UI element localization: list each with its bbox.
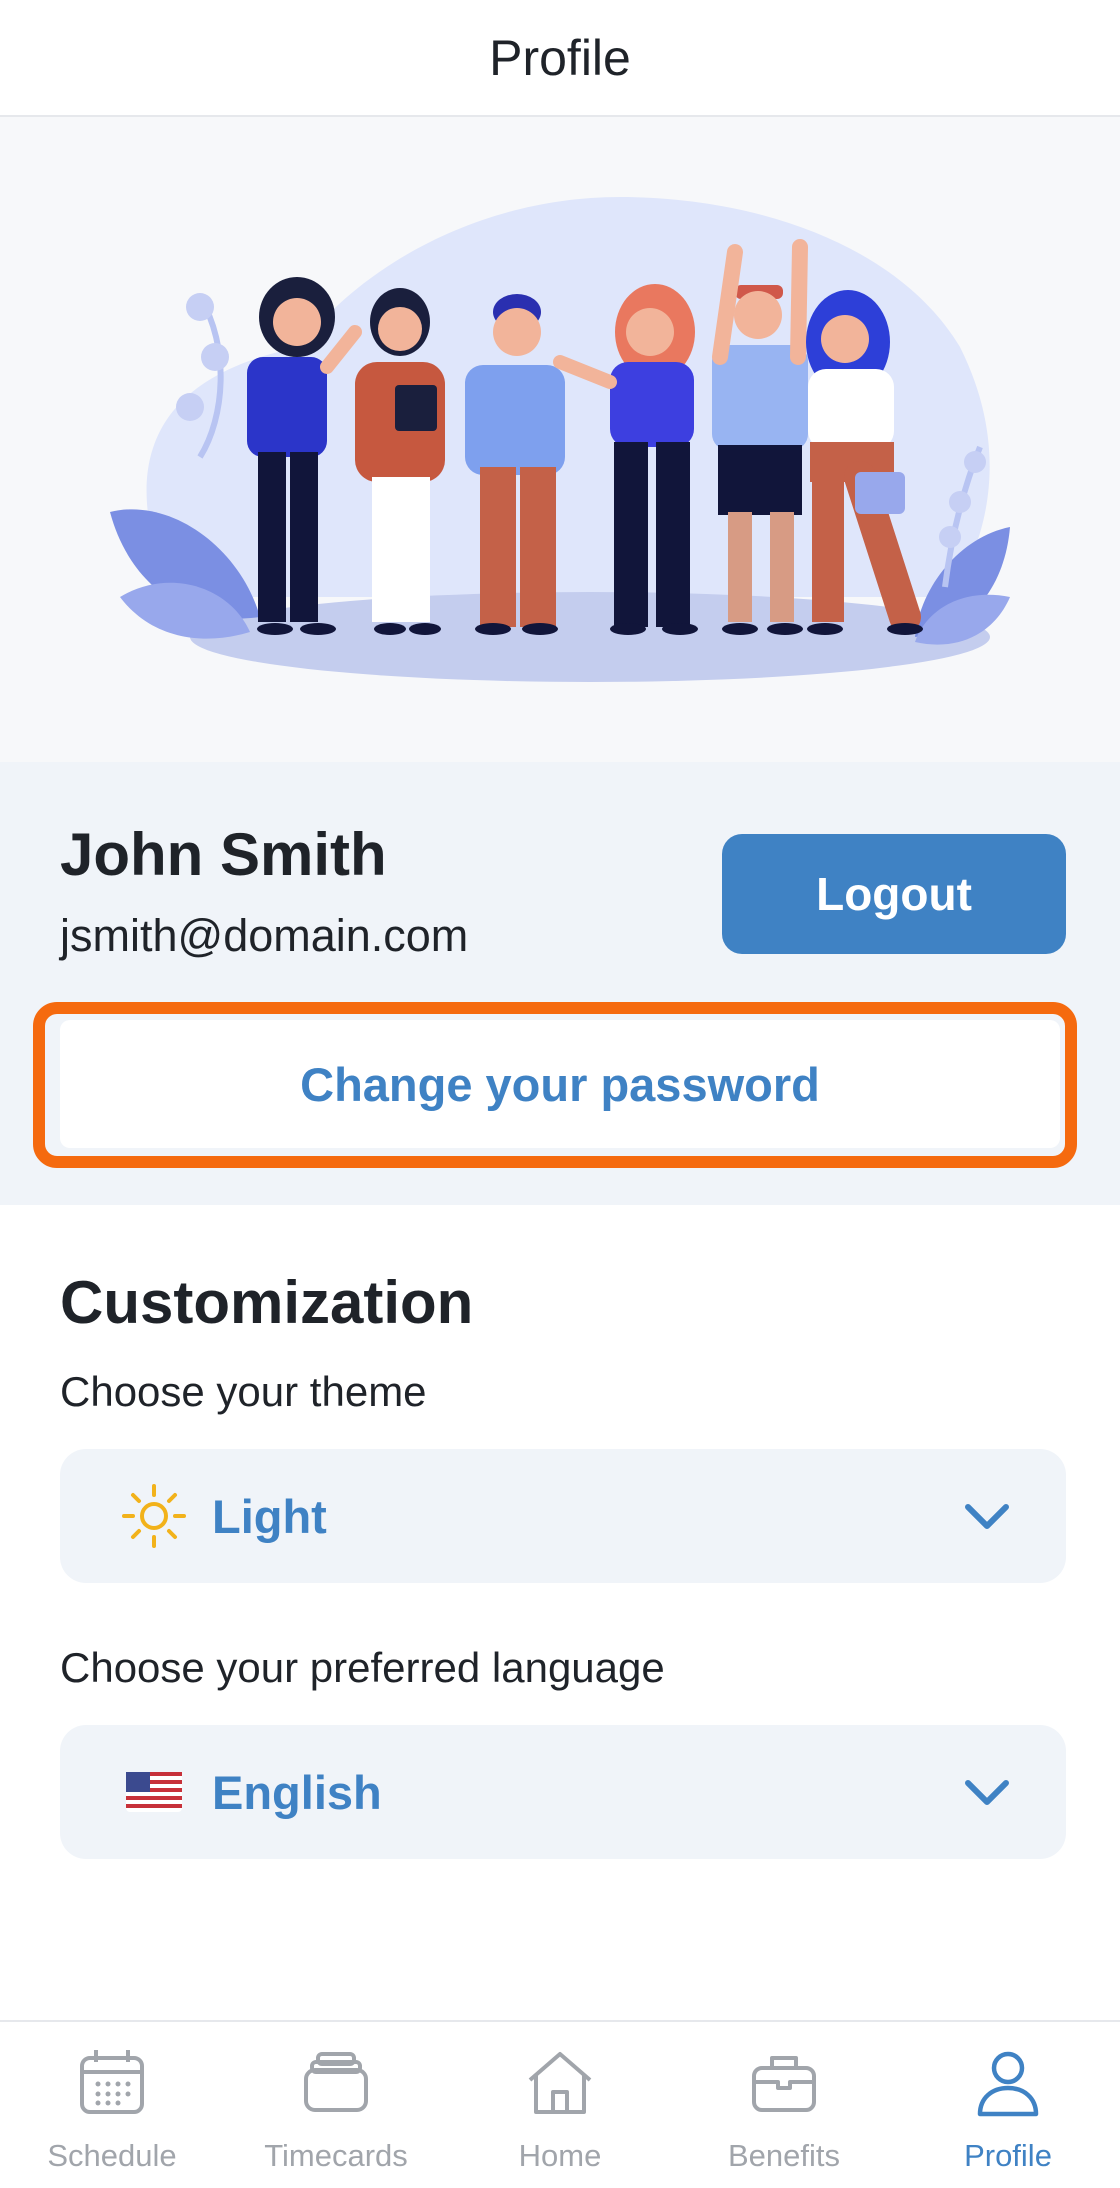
top-bar: Profile — [0, 0, 1120, 117]
language-select[interactable]: English — [60, 1725, 1066, 1859]
home-icon — [520, 2044, 600, 2124]
sun-icon — [120, 1482, 188, 1550]
chevron-down-icon — [964, 1769, 1010, 1815]
theme-label: Choose your theme — [60, 1368, 427, 1415]
tab-benefits[interactable]: Benefits — [672, 2022, 896, 2188]
tab-label: Benefits — [727, 2138, 840, 2173]
bottom-tab-bar: Schedule Timecards Home Benefits Profile — [0, 2020, 1120, 2188]
chevron-down-icon — [964, 1493, 1010, 1539]
timecards-icon — [296, 2044, 376, 2124]
theme-select[interactable]: Light — [60, 1449, 1066, 1583]
theme-value: Light — [212, 1489, 327, 1543]
page-title: Profile — [489, 29, 631, 86]
tab-timecards[interactable]: Timecards — [224, 2022, 448, 2188]
language-label: Choose your preferred language — [60, 1644, 665, 1691]
tab-profile[interactable]: Profile — [896, 2022, 1120, 2188]
us-flag-icon — [120, 1758, 188, 1826]
change-password-button[interactable]: Change your password — [60, 1020, 1060, 1148]
tab-schedule[interactable]: Schedule — [0, 2022, 224, 2188]
user-email: jsmith@domain.com — [60, 910, 469, 961]
hero-illustration — [0, 117, 1120, 762]
tab-label: Home — [518, 2138, 602, 2173]
person-icon — [968, 2044, 1048, 2124]
user-section: John Smith jsmith@domain.com Logout Chan… — [0, 762, 1120, 1205]
calendar-icon — [72, 2044, 152, 2124]
customization-title: Customization — [60, 1269, 474, 1336]
briefcase-icon — [744, 2044, 824, 2124]
language-value: English — [212, 1765, 382, 1819]
user-name: John Smith — [60, 821, 387, 888]
logout-button[interactable]: Logout — [722, 834, 1066, 954]
tab-label: Schedule — [47, 2138, 177, 2173]
tab-label: Profile — [964, 2138, 1052, 2173]
tab-home[interactable]: Home — [448, 2022, 672, 2188]
group-of-people-illustration — [110, 197, 1010, 682]
tab-label: Timecards — [264, 2138, 408, 2173]
